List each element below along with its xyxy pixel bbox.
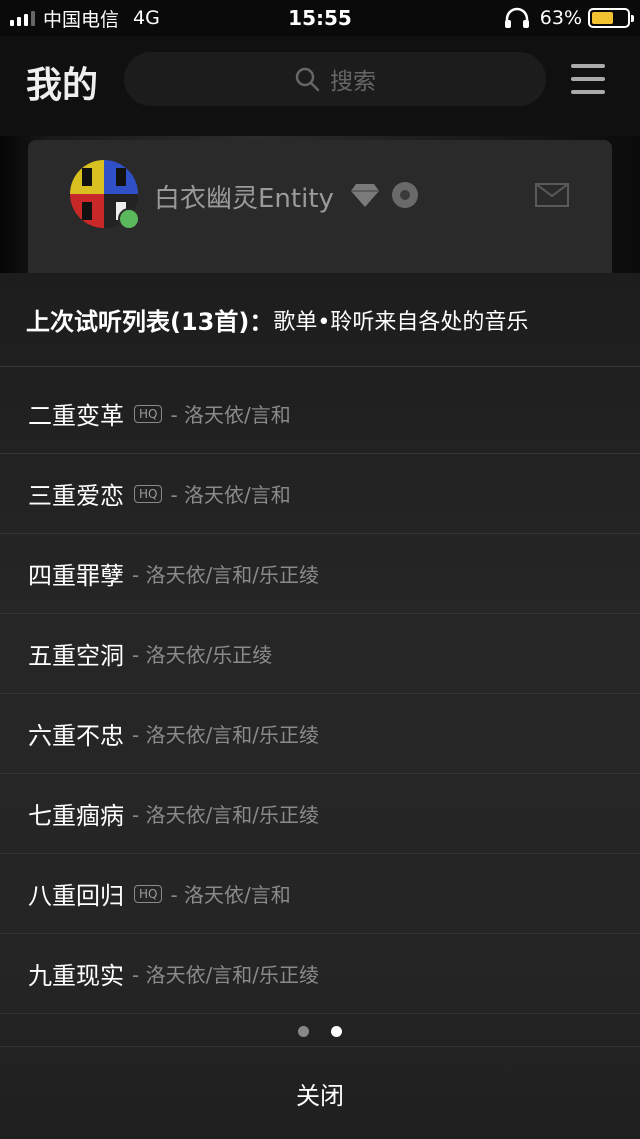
song-title: 七重痼病 — [28, 802, 124, 830]
search-bar[interactable]: 搜索 — [124, 52, 546, 106]
hq-badge: HQ — [134, 884, 163, 903]
sheet-subtitle: 歌单•聆听来自各处的音乐 — [273, 309, 529, 335]
song-row[interactable]: 四重罪孽 - 洛天依/言和/乐正绫 — [0, 534, 640, 614]
wechat-login-icon — [118, 208, 140, 230]
search-icon — [295, 67, 320, 92]
song-artist: - 洛天依/言和/乐正绫 — [132, 563, 320, 587]
close-button[interactable]: 关闭 — [296, 1076, 344, 1111]
menu-icon[interactable] — [571, 64, 605, 94]
headphone-icon — [504, 7, 529, 28]
song-row[interactable]: 八重回归 HQ - 洛天依/言和 — [0, 854, 640, 934]
battery-fill — [592, 12, 614, 24]
song-title: 二重变革 — [28, 402, 124, 430]
song-artist: - 洛天依/言和 — [170, 483, 291, 507]
song-artist: - 洛天依/言和/乐正绫 — [132, 963, 320, 987]
page-dot-active[interactable] — [331, 1026, 342, 1037]
hq-badge: HQ — [134, 484, 163, 503]
song-row[interactable]: 六重不忠 - 洛天依/言和/乐正绫 — [0, 694, 640, 774]
song-title: 四重罪孽 — [28, 562, 124, 590]
song-row[interactable]: 九重现实 - 洛天依/言和/乐正绫 — [0, 934, 640, 1014]
song-artist: - 洛天依/言和/乐正绫 — [132, 803, 320, 827]
search-placeholder: 搜索 — [330, 69, 376, 95]
song-row[interactable]: 七重痼病 - 洛天依/言和/乐正绫 — [0, 774, 640, 854]
status-right: 63% — [504, 6, 634, 30]
close-bar: 关闭 — [0, 1046, 640, 1139]
song-title: 五重空洞 — [28, 642, 124, 670]
battery-percent: 63% — [539, 7, 582, 29]
song-artist: - 洛天依/言和 — [170, 403, 291, 427]
song-artist: - 洛天依/乐正绫 — [132, 643, 273, 667]
song-title: 三重爱恋 — [28, 482, 124, 510]
page-dot[interactable] — [298, 1026, 309, 1037]
diamond-icon[interactable] — [350, 182, 380, 208]
battery-icon — [588, 8, 634, 28]
song-row[interactable]: 三重爱恋 HQ - 洛天依/言和 — [0, 454, 640, 534]
song-title: 九重现实 — [28, 962, 124, 990]
username[interactable]: 白衣幽灵Entity — [154, 178, 334, 215]
status-bar: 中国电信 4G 15:55 63% — [0, 0, 640, 36]
sheet-title: 上次试听列表(13首)： — [26, 308, 274, 336]
song-row[interactable]: 二重变革 HQ - 洛天依/言和 — [0, 374, 640, 454]
top-header: 我的 搜索 — [0, 36, 640, 136]
song-title: 八重回归 — [28, 882, 124, 910]
mail-icon[interactable] — [535, 183, 569, 207]
page-title: 我的 — [26, 65, 99, 106]
recent-playlist-sheet: 上次试听列表(13首)： 歌单•聆听来自各处的音乐 二重变革 HQ - 洛天依/言和… — [0, 273, 640, 1139]
song-artist: - 洛天依/言和/乐正绫 — [132, 723, 320, 747]
music-badge-icon[interactable] — [388, 180, 422, 210]
song-title: 六重不忠 — [28, 722, 124, 750]
song-row[interactable]: 五重空洞 - 洛天依/乐正绫 — [0, 614, 640, 694]
song-list: 二重变革 HQ - 洛天依/言和 三重爱恋 HQ - 洛天依/言和 四重罪孽 - 洛天依/言和… — [0, 374, 640, 1014]
sheet-header: 上次试听列表(13首)： 歌单•聆听来自各处的音乐 — [0, 273, 640, 367]
page-indicator — [0, 1026, 640, 1037]
hq-badge: HQ — [134, 404, 163, 423]
song-artist: - 洛天依/言和 — [170, 883, 291, 907]
